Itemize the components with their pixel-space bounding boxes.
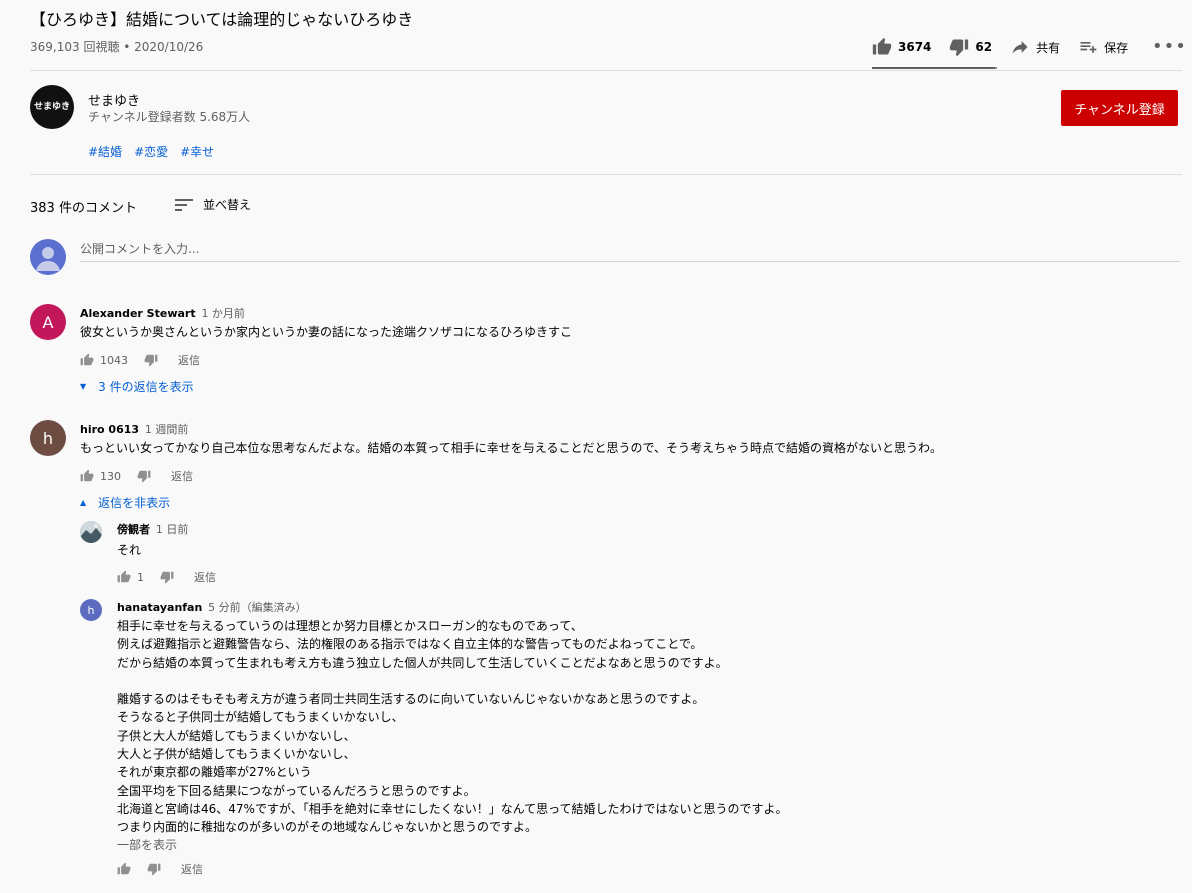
thumb-down-icon[interactable] bbox=[147, 862, 161, 876]
like-count: 3674 bbox=[898, 40, 932, 54]
thumb-up-icon[interactable] bbox=[117, 570, 131, 584]
save-label: 保存 bbox=[1104, 40, 1129, 55]
sentiment-bar bbox=[872, 67, 997, 69]
author-name[interactable]: Alexander Stewart bbox=[80, 307, 196, 320]
dislike-button[interactable]: 62 bbox=[949, 37, 992, 57]
reply-text: それ bbox=[117, 543, 142, 557]
hashtag-link[interactable]: #恋愛 bbox=[134, 143, 168, 160]
caret-up-icon: ▲ bbox=[80, 498, 87, 507]
comment-avatar[interactable]: h bbox=[30, 420, 66, 456]
sort-button[interactable]: 並べ替え bbox=[175, 196, 251, 213]
reply-avatar[interactable] bbox=[80, 521, 102, 543]
hide-replies-label: 返信を非表示 bbox=[98, 496, 171, 510]
sentiment-bar-fill bbox=[872, 67, 995, 69]
thumb-down-icon bbox=[949, 37, 969, 57]
thumb-up-icon[interactable] bbox=[117, 862, 131, 876]
divider bbox=[30, 174, 1182, 175]
comment-text: もっといい女ってかなり自己本位な思考なんだよな。結婚の本質って相手に幸せを与える… bbox=[80, 441, 942, 455]
comment-like-count: 130 bbox=[100, 469, 121, 483]
thumb-up-icon[interactable] bbox=[80, 469, 94, 483]
photo-avatar-icon bbox=[80, 521, 102, 543]
thumb-down-icon[interactable] bbox=[137, 469, 151, 483]
thumb-down-icon[interactable] bbox=[160, 570, 174, 584]
hashtags: #結婚 #恋愛 #幸せ bbox=[88, 143, 214, 160]
dislike-count: 62 bbox=[975, 40, 993, 54]
save-icon bbox=[1080, 42, 1097, 53]
reply-time[interactable]: 1 日前 bbox=[156, 523, 189, 536]
comment-avatar[interactable]: A bbox=[30, 304, 66, 340]
channel-subscribers: チャンネル登録者数 5.68万人 bbox=[88, 110, 251, 124]
like-button[interactable]: 3674 bbox=[872, 37, 931, 57]
author-name[interactable]: hiro 0613 bbox=[80, 423, 139, 436]
comment-toolbar: 1043 返信 bbox=[80, 352, 200, 368]
author-name[interactable]: hanatayanfan bbox=[117, 601, 202, 614]
comment-like-count: 1043 bbox=[100, 353, 128, 367]
reply-button[interactable]: 返信 bbox=[194, 569, 216, 585]
thumb-up-icon[interactable] bbox=[80, 353, 94, 367]
more-icon[interactable]: ••• bbox=[1152, 36, 1187, 57]
hashtag-link[interactable]: #幸せ bbox=[180, 143, 214, 160]
caret-down-icon: ▼ bbox=[80, 382, 87, 391]
comment-time[interactable]: 1 週間前 bbox=[145, 423, 189, 436]
show-less-button[interactable]: 一部を表示 bbox=[117, 836, 177, 853]
video-actions: 3674 62 共有 保存 bbox=[872, 34, 1146, 60]
hashtag-link[interactable]: #結婚 bbox=[88, 143, 122, 160]
sort-icon bbox=[175, 198, 193, 211]
reply-time[interactable]: 5 分前（編集済み） bbox=[208, 601, 307, 614]
comment-toolbar: 130 返信 bbox=[80, 468, 193, 484]
reply-button[interactable]: 返信 bbox=[181, 861, 203, 877]
comment-author[interactable]: Alexander Stewart 1 か月前 bbox=[80, 305, 245, 321]
share-label: 共有 bbox=[1036, 40, 1061, 55]
hide-replies-button[interactable]: ▲ 返信を非表示 bbox=[80, 494, 170, 511]
reply-avatar[interactable]: h bbox=[80, 599, 102, 621]
save-button[interactable]: 保存 bbox=[1078, 37, 1128, 57]
reply-toolbar: 1 返信 bbox=[117, 569, 216, 585]
avatar-letter: h bbox=[87, 603, 95, 617]
reply-toolbar: 返信 bbox=[117, 861, 203, 877]
avatar-letter: A bbox=[42, 312, 54, 332]
subscribe-button[interactable]: チャンネル登録 bbox=[1061, 90, 1178, 126]
video-title: 【ひろゆき】結婚については論理的じゃないひろゆき bbox=[30, 10, 414, 29]
comment-author[interactable]: hiro 0613 1 週間前 bbox=[80, 421, 188, 437]
comment-time[interactable]: 1 か月前 bbox=[201, 307, 245, 320]
comment-input[interactable] bbox=[80, 237, 1180, 262]
share-button[interactable]: 共有 bbox=[1010, 37, 1060, 57]
comment-count: 383 件のコメント bbox=[30, 201, 137, 216]
divider bbox=[30, 70, 1182, 71]
channel-avatar-text: せまゆき bbox=[34, 102, 71, 112]
show-replies-label: 3 件の返信を表示 bbox=[98, 380, 194, 394]
avatar-letter: h bbox=[42, 428, 54, 448]
reply-text: 相手に幸せを与えるっていうのは理想とか努力目標とかスローガン的なものであって、 … bbox=[117, 619, 788, 835]
channel-avatar[interactable]: せまゆき bbox=[30, 85, 74, 129]
reply-author[interactable]: 傍観者 1 日前 bbox=[117, 521, 188, 537]
author-name[interactable]: 傍観者 bbox=[117, 523, 150, 536]
comment-text: 彼女というか奥さんというか家内というか妻の話になった途端クソザコになるひろゆきす… bbox=[80, 325, 573, 339]
thumb-down-icon[interactable] bbox=[144, 353, 158, 367]
sort-label: 並べ替え bbox=[203, 198, 252, 212]
reply-button[interactable]: 返信 bbox=[171, 468, 193, 484]
reply-button[interactable]: 返信 bbox=[178, 352, 200, 368]
share-icon bbox=[1012, 41, 1028, 54]
channel-name[interactable]: せまゆき bbox=[88, 90, 140, 109]
video-meta: 369,103 回視聴 • 2020/10/26 bbox=[30, 40, 204, 54]
show-replies-button[interactable]: ▼ 3 件の返信を表示 bbox=[80, 378, 194, 395]
user-avatar-icon bbox=[30, 239, 66, 275]
reply-like-count: 1 bbox=[137, 570, 144, 584]
reply-author[interactable]: hanatayanfan 5 分前（編集済み） bbox=[117, 599, 307, 615]
thumb-up-icon bbox=[872, 37, 892, 57]
